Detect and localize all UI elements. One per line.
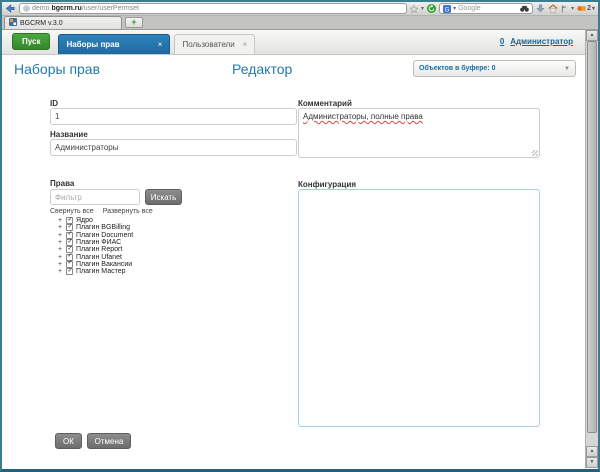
editor-title: Редактор (232, 61, 292, 77)
tree-controls: Свернуть все Развернуть все (50, 208, 153, 215)
search-engine-chevron-icon[interactable]: ▾ (453, 6, 456, 12)
flag-icon[interactable] (561, 5, 568, 13)
url-text: demo.bgcrm.ru/user/userPermset (32, 5, 139, 12)
session-chevron-icon[interactable]: ▾ (592, 6, 595, 12)
browser-window: demo.bgcrm.ru/user/userPermset ▾ G ▾ Goo… (0, 0, 600, 472)
config-label: Конфигурация (298, 180, 356, 189)
name-label: Название (50, 130, 88, 139)
expand-node-icon[interactable]: + (57, 239, 63, 246)
ok-button[interactable]: ОК (55, 433, 82, 449)
tab-permission-sets[interactable]: Наборы прав × (58, 34, 170, 54)
page-title: Наборы прав (14, 61, 100, 77)
search-engine-icon[interactable]: G (443, 5, 451, 13)
check-icon: ✓ (68, 217, 73, 224)
permissions-label: Права (50, 179, 74, 188)
checkbox-checked[interactable]: ✓ (66, 268, 73, 275)
close-tab-icon[interactable]: × (243, 40, 248, 49)
tree-item-label: Плагин Мастер (76, 268, 126, 275)
new-tab-button[interactable]: + (125, 17, 143, 28)
browser-nav-toolbar: demo.bgcrm.ru/user/userPermset ▾ G ▾ Goo… (2, 2, 598, 16)
check-icon: ✓ (68, 224, 73, 231)
buffer-dropdown-label: Объектов в буфере: 0 (419, 65, 496, 72)
expand-node-icon[interactable]: + (57, 217, 63, 224)
url-bar[interactable]: demo.bgcrm.ru/user/userPermset (19, 3, 407, 14)
tab-users[interactable]: Пользователи × (174, 34, 255, 54)
download-icon[interactable] (536, 4, 545, 13)
favicon (9, 18, 17, 28)
scroll-up-icon[interactable]: ▲ (586, 446, 598, 457)
tree-item[interactable]: + ✓ Плагин Мастер (57, 268, 133, 275)
expand-node-icon[interactable]: + (57, 261, 63, 268)
tab-label: Наборы прав (66, 40, 119, 49)
start-button[interactable]: Пуск (12, 33, 50, 50)
search-placeholder: Google (458, 5, 518, 12)
expand-all-link[interactable]: Развернуть все (103, 208, 153, 215)
tree-item-label: Плагин Вакансии (76, 261, 132, 268)
session-manager-icon[interactable]: 2 ▾ (577, 4, 595, 13)
bookmark-star-icon[interactable] (410, 5, 418, 13)
check-icon: ✓ (68, 253, 73, 260)
tree-item-label: Плагин Report (76, 246, 122, 253)
name-field[interactable] (50, 139, 297, 156)
scroll-down-icon[interactable]: ▼ (586, 457, 598, 468)
close-tab-icon[interactable]: × (158, 40, 163, 49)
check-icon: ✓ (68, 260, 73, 267)
tree-item-label: Ядро (76, 217, 93, 224)
browser-tab[interactable]: BGCRM v.3.0 (4, 16, 122, 29)
browser-tab-title: BGCRM v.3.0 (20, 20, 63, 27)
session-count: 2 (587, 5, 591, 12)
svg-text:G: G (445, 7, 450, 13)
chevron-down-icon: ▼ (564, 66, 570, 72)
scroll-up-icon[interactable]: ▲ (586, 30, 598, 41)
tree-item-label: Плагин BGBilling (76, 224, 130, 231)
permissions-tree: + ✓ Ядро + ✓ Плагин BGBilling + ✓ Плагин… (57, 217, 133, 275)
expand-node-icon[interactable]: + (57, 246, 63, 253)
tree-item-label: Плагин Ufanet (76, 254, 122, 261)
page-body: Наборы прав Редактор Объектов в буфере: … (2, 55, 585, 468)
check-icon: ✓ (68, 231, 73, 238)
check-icon: ✓ (68, 246, 73, 253)
comment-text: Администраторы, полные права (303, 112, 423, 121)
id-field[interactable] (50, 108, 297, 125)
config-textarea[interactable] (298, 189, 540, 427)
binoculars-icon[interactable] (520, 5, 529, 12)
back-icon[interactable] (5, 3, 16, 14)
comment-textarea[interactable]: Администраторы, полные права (298, 108, 540, 158)
tab-label: Пользователи (182, 40, 234, 49)
flag-chevron-icon[interactable]: ▾ (571, 6, 574, 12)
bookmark-chevron-icon[interactable]: ▾ (421, 6, 424, 12)
app-tab-bar: Пуск Наборы прав × Пользователи × 0 Адми… (2, 30, 585, 55)
tree-item-label: Плагин Document (76, 232, 133, 239)
search-button[interactable]: Искать (145, 189, 182, 205)
globe-icon (23, 5, 30, 12)
cancel-button[interactable]: Отмена (87, 433, 131, 449)
expand-node-icon[interactable]: + (57, 254, 63, 261)
expand-node-icon[interactable]: + (57, 268, 63, 275)
scrollbar-thumb[interactable] (587, 41, 597, 433)
comment-label: Комментарий (298, 99, 352, 108)
reload-icon[interactable] (427, 4, 436, 13)
collapse-all-link[interactable]: Свернуть все (50, 208, 94, 215)
search-box[interactable]: G ▾ Google (439, 3, 533, 14)
id-label: ID (50, 99, 58, 108)
resize-handle-icon[interactable] (532, 150, 538, 156)
user-link[interactable]: Администратор (510, 37, 573, 46)
browser-tab-strip: BGCRM v.3.0 + (2, 16, 598, 30)
expand-node-icon[interactable]: + (57, 232, 63, 239)
buffer-dropdown[interactable]: Объектов в буфере: 0 ▼ (413, 60, 576, 77)
scrollbar[interactable]: ▲ ▲ ▼ (585, 30, 598, 468)
check-icon: ✓ (68, 239, 73, 246)
filter-input[interactable] (50, 189, 140, 205)
check-icon: ✓ (68, 268, 73, 275)
counter-link[interactable]: 0 (500, 37, 504, 46)
user-area: 0 Администратор (500, 37, 573, 46)
tree-item-label: Плагин ФИАС (76, 239, 121, 246)
expand-node-icon[interactable]: + (57, 224, 63, 231)
home-icon[interactable] (548, 4, 558, 13)
